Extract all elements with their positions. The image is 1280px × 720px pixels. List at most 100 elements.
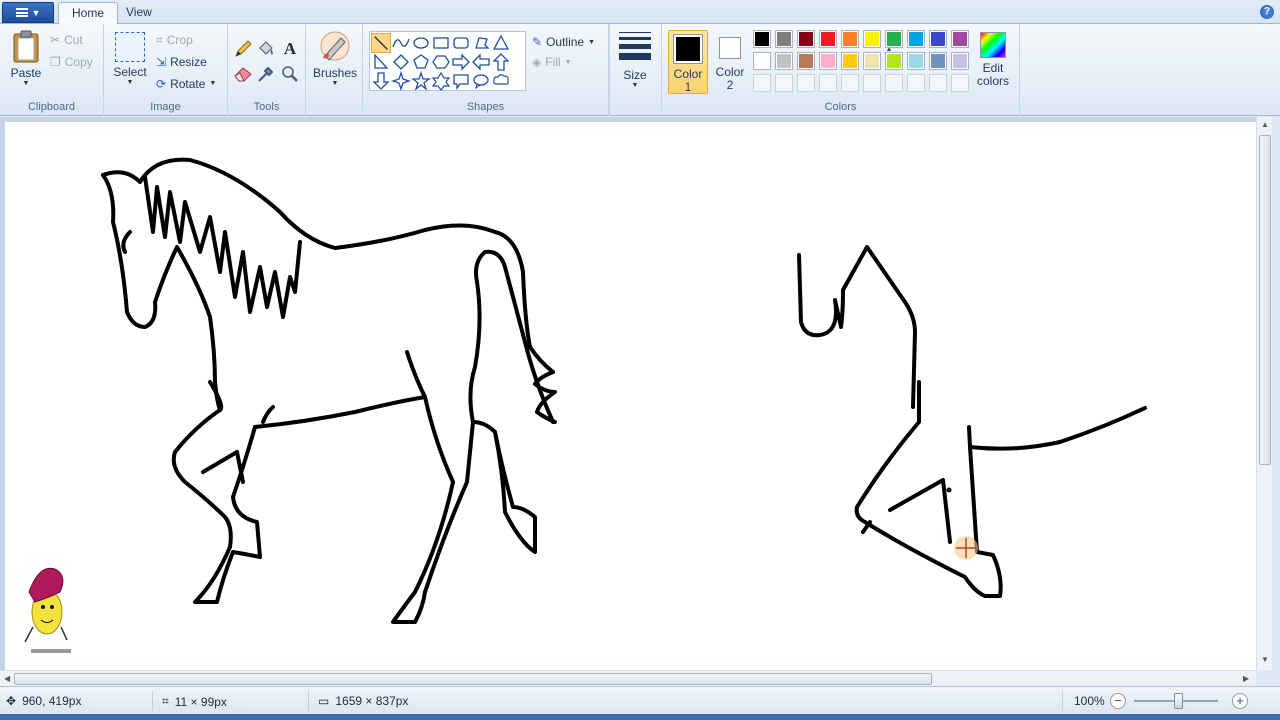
left-arrow-shape-icon[interactable] — [471, 52, 491, 72]
crop-label: Crop — [166, 33, 193, 47]
help-icon[interactable]: ? — [1260, 5, 1274, 19]
resize-button[interactable]: ⇲ Resize — [156, 52, 207, 72]
color-picker-icon[interactable] — [256, 64, 276, 84]
palette-empty-swatch[interactable] — [863, 74, 881, 92]
palette-swatch[interactable] — [797, 30, 815, 48]
status-divider — [308, 691, 309, 711]
line-shape-icon[interactable] — [371, 33, 391, 53]
cut-button[interactable]: ✂ Cut — [50, 30, 83, 50]
palette-empty-swatch[interactable] — [885, 74, 903, 92]
image-group-label: Image — [150, 101, 181, 113]
bucket-icon[interactable] — [256, 39, 276, 59]
palette-swatch-fill — [865, 54, 879, 68]
tab-view[interactable]: View — [113, 2, 165, 24]
size-group — [609, 24, 662, 116]
rotate-button[interactable]: ⟳ Rotate ▼ — [156, 74, 216, 94]
chevron-up-icon[interactable]: ▲ — [1261, 120, 1269, 129]
zoom-in-button[interactable]: + — [1232, 693, 1248, 709]
chevron-left-icon[interactable]: ◀ — [4, 674, 10, 683]
app-menu-button[interactable]: ▼ — [2, 2, 54, 23]
vertical-scroll-thumb[interactable] — [1259, 135, 1271, 465]
palette-empty-swatch[interactable] — [819, 74, 837, 92]
triangle-shape-icon[interactable] — [491, 33, 511, 53]
horizontal-scrollbar[interactable]: ◀ ▶ — [0, 670, 1256, 686]
palette-swatch[interactable] — [885, 52, 903, 70]
palette-empty-swatch[interactable] — [797, 74, 815, 92]
palette-swatch[interactable] — [841, 52, 859, 70]
palette-swatch[interactable] — [907, 30, 925, 48]
palette-swatch[interactable] — [841, 30, 859, 48]
palette-swatch[interactable] — [907, 52, 925, 70]
tab-home[interactable]: Home — [58, 2, 119, 25]
up-arrow-shape-icon[interactable] — [491, 52, 511, 72]
edit-colors-button[interactable]: Edit colors — [972, 30, 1014, 96]
curve-shape-icon[interactable] — [391, 33, 411, 53]
diamond-shape-icon[interactable] — [391, 52, 411, 72]
six-point-star-shape-icon[interactable] — [431, 71, 451, 91]
color1-button[interactable]: Color 1 — [668, 30, 708, 94]
magnifier-icon[interactable] — [280, 64, 300, 84]
palette-swatch[interactable] — [797, 52, 815, 70]
right-triangle-shape-icon[interactable] — [371, 52, 391, 72]
palette-empty-swatch[interactable] — [753, 74, 771, 92]
brushes-label: Brushes — [312, 66, 358, 80]
palette-swatch[interactable] — [929, 30, 947, 48]
palette-swatch[interactable] — [753, 30, 771, 48]
rounded-rectangle-shape-icon[interactable] — [451, 33, 471, 53]
palette-swatch[interactable] — [863, 52, 881, 70]
palette-swatch[interactable] — [819, 52, 837, 70]
rectangle-shape-icon[interactable] — [431, 33, 451, 53]
oval-callout-shape-icon[interactable] — [471, 71, 491, 91]
zoom-out-button[interactable]: − — [1110, 693, 1126, 709]
cloud-callout-shape-icon[interactable] — [491, 71, 511, 91]
polygon-shape-icon[interactable] — [471, 33, 491, 53]
hexagon-shape-icon[interactable] — [431, 52, 451, 72]
palette-swatch-fill — [843, 32, 857, 46]
tools-group: A Tools — [228, 24, 306, 116]
zoom-slider-thumb[interactable] — [1174, 693, 1183, 709]
vertical-scrollbar[interactable]: ▲ ▼ — [1256, 117, 1272, 670]
crop-button[interactable]: ⌗ Crop — [156, 30, 193, 50]
move-cursor-icon: ✥ — [6, 694, 17, 708]
palette-swatch[interactable] — [775, 30, 793, 48]
rounded-callout-shape-icon[interactable] — [451, 71, 471, 91]
horizontal-scroll-thumb[interactable] — [14, 673, 932, 685]
chevron-down-icon[interactable]: ▼ — [1261, 655, 1269, 664]
select-button[interactable]: Select ▼ — [110, 30, 150, 87]
brushes-button[interactable]: Brushes ▼ — [312, 30, 358, 88]
drawing-canvas[interactable] — [5, 122, 1256, 670]
oval-shape-icon[interactable] — [411, 33, 431, 53]
paste-button[interactable]: Paste ▼ — [6, 30, 46, 88]
palette-empty-swatch[interactable] — [951, 74, 969, 92]
five-point-star-shape-icon[interactable] — [411, 71, 431, 91]
palette-swatch[interactable] — [951, 30, 969, 48]
right-arrow-shape-icon[interactable] — [451, 52, 471, 72]
palette-swatch[interactable] — [885, 30, 903, 48]
pentagon-shape-icon[interactable] — [411, 52, 431, 72]
brush-icon — [320, 31, 350, 61]
palette-swatch[interactable] — [863, 30, 881, 48]
palette-swatch[interactable] — [929, 52, 947, 70]
down-arrow-shape-icon[interactable] — [371, 71, 391, 91]
palette-empty-swatch[interactable] — [907, 74, 925, 92]
palette-swatch[interactable] — [819, 30, 837, 48]
palette-swatch[interactable] — [753, 52, 771, 70]
palette-empty-swatch[interactable] — [775, 74, 793, 92]
palette-swatch[interactable] — [775, 52, 793, 70]
outline-button[interactable]: ✎ Outline ▼ — [532, 32, 595, 52]
palette-swatch-fill — [821, 32, 835, 46]
copy-button[interactable]: ❐ Copy — [50, 52, 93, 72]
palette-swatch-fill — [953, 54, 967, 68]
pencil-icon[interactable] — [233, 39, 253, 59]
color2-swatch — [719, 37, 741, 59]
text-icon[interactable]: A — [280, 39, 300, 59]
color2-button[interactable]: Color 2 — [710, 30, 750, 94]
palette-empty-swatch[interactable] — [841, 74, 859, 92]
palette-empty-swatch[interactable] — [929, 74, 947, 92]
fill-button[interactable]: ◈ Fill ▼ — [532, 52, 572, 72]
right-edge — [1272, 117, 1280, 670]
eraser-icon[interactable] — [233, 64, 253, 84]
four-point-star-shape-icon[interactable] — [391, 71, 411, 91]
palette-swatch[interactable] — [951, 52, 969, 70]
chevron-right-icon[interactable]: ▶ — [1243, 674, 1249, 683]
